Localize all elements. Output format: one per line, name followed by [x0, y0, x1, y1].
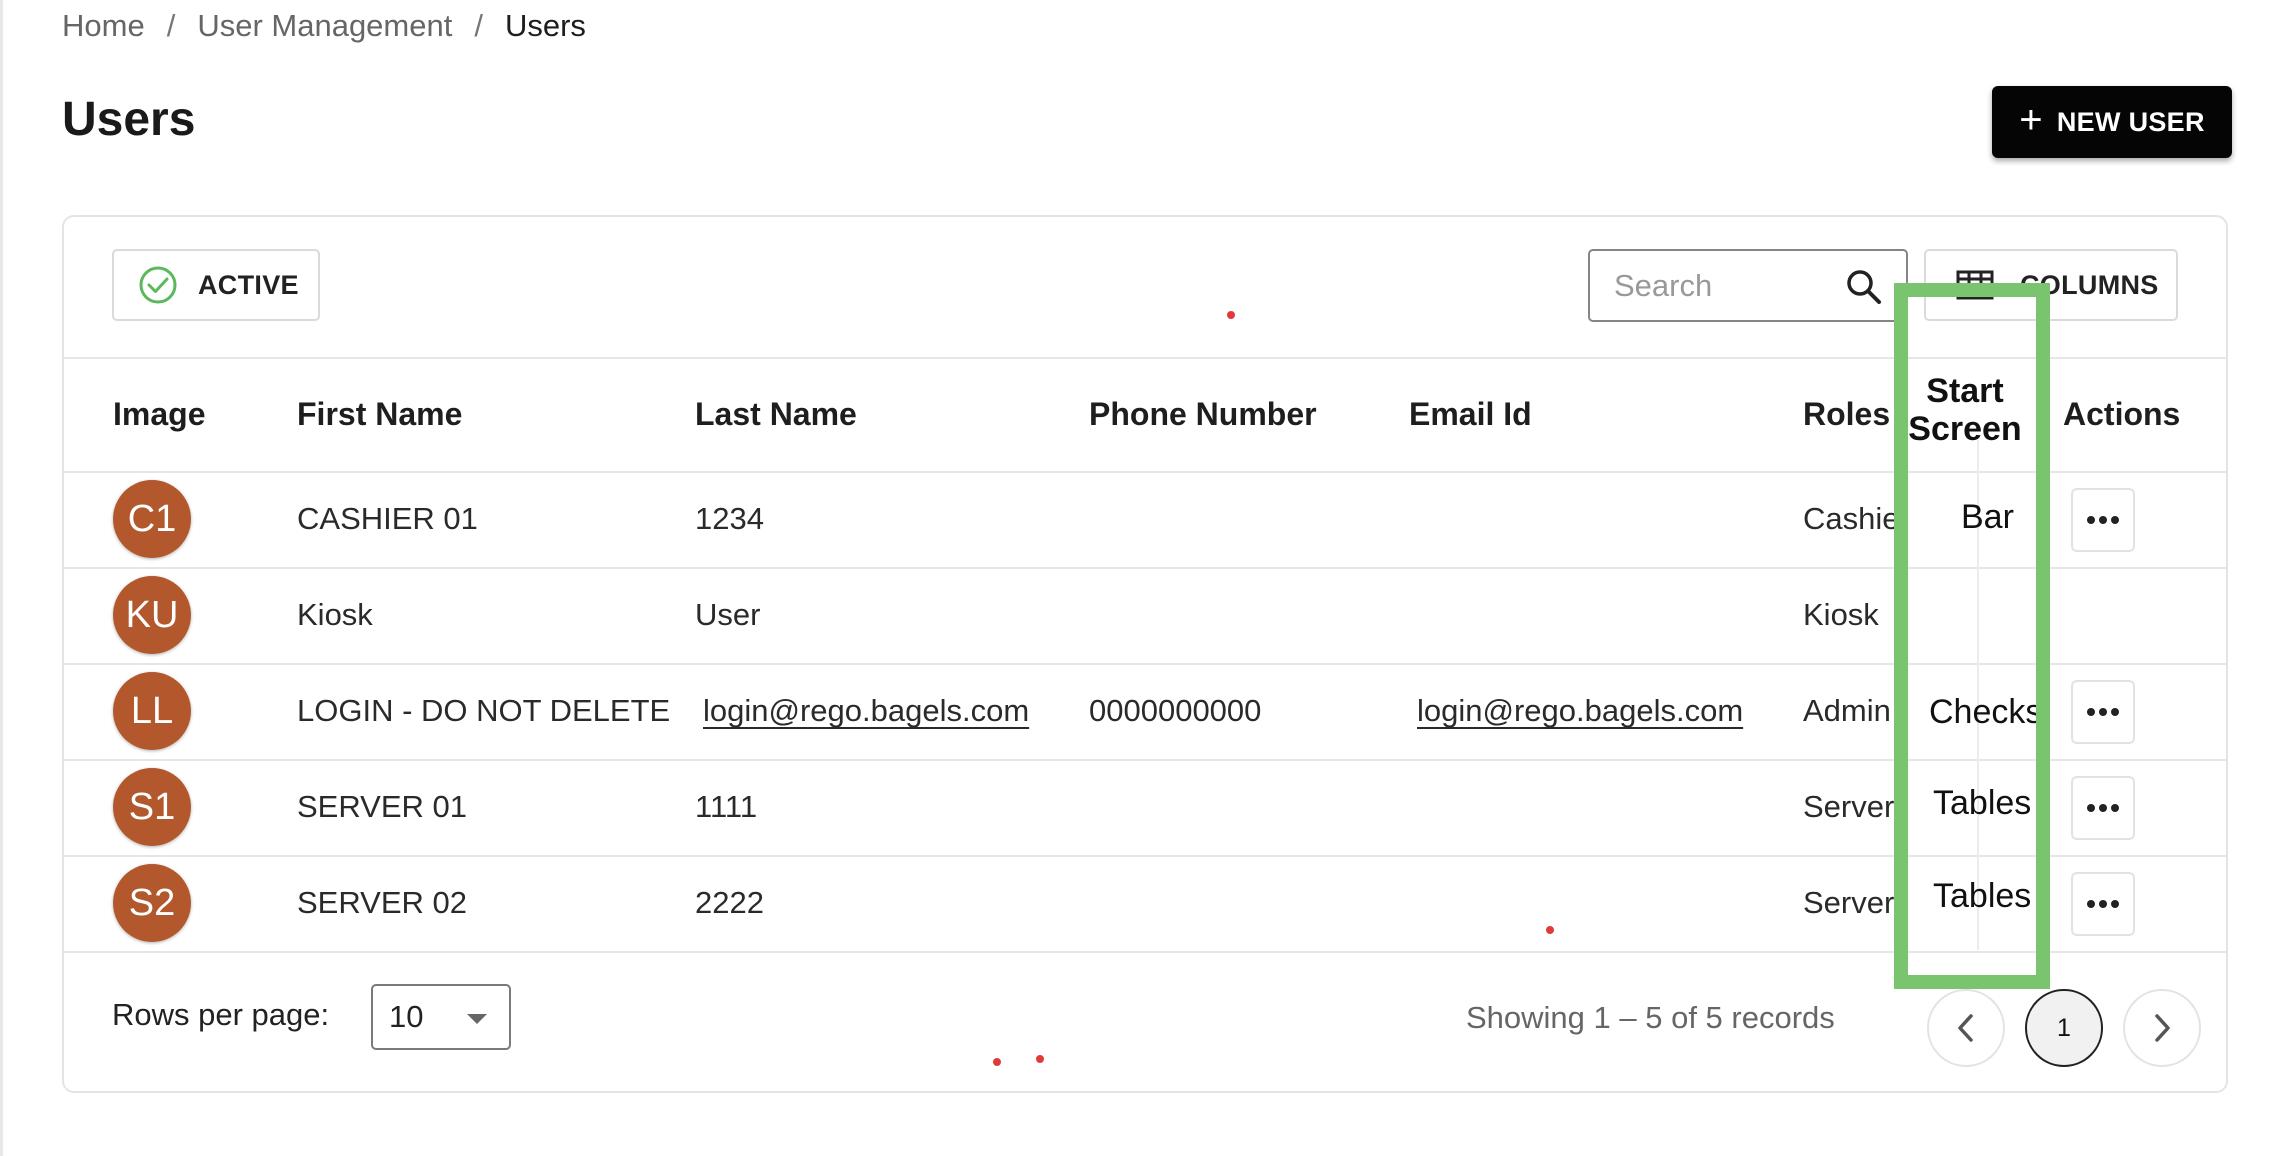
row-actions-button[interactable]: [2071, 872, 2135, 936]
cell-first-name: LOGIN - DO NOT DELETE: [297, 693, 671, 728]
search-input[interactable]: [1612, 266, 1846, 305]
more-horizontal-icon: [2087, 900, 2119, 908]
avatar: KU: [113, 576, 191, 654]
breadcrumb: Home / User Management / Users: [62, 8, 586, 44]
cell-last-name: 1234: [695, 501, 764, 536]
annotation-dot: [993, 1058, 1001, 1066]
rows-per-page-value: 10: [389, 999, 424, 1034]
rows-per-page-select[interactable]: 10: [371, 984, 511, 1050]
cell-last-name: 1111: [695, 789, 758, 824]
breadcrumb-user-management[interactable]: User Management: [197, 8, 452, 44]
cell-last-name-link[interactable]: login@rego.bagels.com: [703, 693, 1029, 729]
breadcrumb-separator: /: [474, 8, 483, 43]
row-actions-button[interactable]: [2071, 680, 2135, 744]
cell-first-name: SERVER 02: [297, 885, 468, 920]
chevron-left-icon: [1958, 1014, 1973, 1042]
new-user-button[interactable]: + NEW USER: [1992, 86, 2232, 158]
cell-last-name: 2222: [695, 885, 764, 920]
cell-role: Server: [1803, 885, 1895, 920]
header-phone-number[interactable]: Phone Number: [1089, 396, 1317, 433]
avatar: LL: [113, 672, 191, 750]
cell-role: Cashie: [1803, 501, 1900, 536]
chevron-right-icon: [2155, 1014, 2170, 1042]
annotation-dot: [1546, 926, 1554, 934]
header-last-name[interactable]: Last Name: [695, 396, 857, 433]
header-image[interactable]: Image: [113, 396, 205, 433]
breadcrumb-current: Users: [504, 8, 586, 43]
cell-role: Server: [1803, 789, 1895, 824]
active-filter-chip[interactable]: ACTIVE: [112, 249, 320, 321]
new-user-label: NEW USER: [2056, 106, 2205, 137]
previous-page-button[interactable]: [1927, 989, 2005, 1067]
row-actions-button[interactable]: [2071, 488, 2135, 552]
cell-phone: 0000000000: [1089, 693, 1262, 728]
avatar: S1: [113, 768, 191, 846]
caret-down-icon: [467, 1014, 487, 1024]
search-icon[interactable]: [1844, 267, 1884, 307]
row-actions-button[interactable]: [2071, 776, 2135, 840]
plus-icon: +: [2019, 98, 2043, 142]
next-page-button[interactable]: [2123, 989, 2201, 1067]
active-filter-label: ACTIVE: [198, 269, 299, 300]
cell-first-name: CASHIER 01: [297, 501, 478, 536]
cell-first-name: SERVER 01: [297, 789, 468, 824]
left-edge: [0, 0, 3, 1156]
cell-last-name: User: [695, 597, 761, 632]
rows-per-page-label: Rows per page:: [112, 997, 330, 1032]
search-box[interactable]: [1588, 249, 1908, 322]
cell-first-name: Kiosk: [297, 597, 373, 632]
header-email-id[interactable]: Email Id: [1409, 396, 1532, 433]
check-circle-icon: [139, 266, 177, 304]
header-actions: Actions: [2063, 396, 2181, 432]
avatar: C1: [113, 480, 191, 558]
records-count-text: Showing 1 – 5 of 5 records: [1466, 1000, 1835, 1035]
annotation-dot: [1036, 1055, 1044, 1063]
breadcrumb-home[interactable]: Home: [62, 8, 145, 44]
cell-email-link[interactable]: login@rego.bagels.com: [1417, 693, 1743, 729]
more-horizontal-icon: [2087, 708, 2119, 716]
breadcrumb-separator: /: [166, 8, 176, 43]
page-title: Users: [62, 93, 196, 146]
avatar: S2: [113, 864, 191, 942]
cell-role: Admin: [1803, 693, 1891, 728]
more-horizontal-icon: [2087, 804, 2119, 812]
page-number-button[interactable]: 1: [2025, 989, 2103, 1067]
cell-role: Kiosk: [1803, 597, 1879, 632]
start-screen-highlight-box: [1894, 283, 2050, 989]
header-roles[interactable]: Roles: [1803, 396, 1890, 433]
annotation-dot: [1227, 311, 1235, 319]
header-first-name[interactable]: First Name: [297, 396, 462, 433]
more-horizontal-icon: [2087, 516, 2119, 524]
